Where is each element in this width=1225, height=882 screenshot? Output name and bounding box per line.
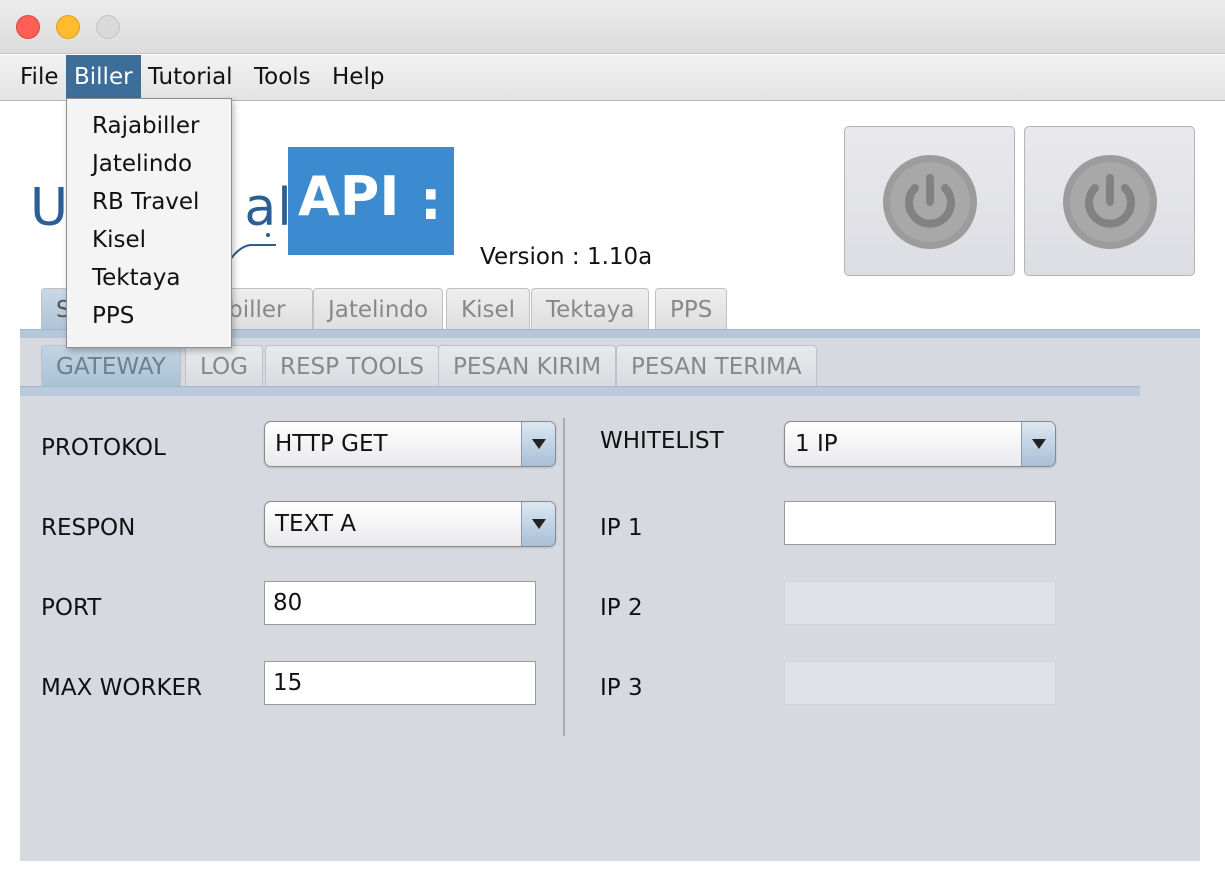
power-icon — [883, 155, 977, 249]
tab-main-jatelindo[interactable]: Jatelindo — [313, 288, 444, 330]
logo-cable-icon — [228, 233, 276, 264]
chevron-down-icon[interactable] — [1021, 422, 1055, 466]
chevron-down-icon[interactable] — [521, 502, 555, 546]
logo-api-text: API — [298, 165, 400, 228]
ip2-label: IP 2 — [600, 595, 643, 621]
ip3-label: IP 3 — [600, 675, 643, 701]
menu-item-rb-travel[interactable]: RB Travel — [92, 189, 199, 215]
tab-main-pps[interactable]: PPS — [655, 288, 728, 330]
protokol-label: PROTOKOL — [41, 435, 166, 461]
ip1-label: IP 1 — [600, 515, 643, 541]
whitelist-label: WHITELIST — [600, 428, 724, 454]
power-icon — [1063, 155, 1157, 249]
ip1-input[interactable] — [784, 501, 1056, 545]
window-zoom-button[interactable] — [96, 15, 120, 39]
window-bottom-edge — [0, 861, 1225, 882]
tab-gateway[interactable]: GATEWAY — [41, 345, 181, 387]
chevron-down-icon[interactable] — [521, 422, 555, 466]
menu-item-rajabiller[interactable]: Rajabiller — [92, 113, 199, 139]
biller-dropdown-menu: Rajabiller Jatelindo RB Travel Kisel Tek… — [66, 98, 232, 348]
menu-file[interactable]: File — [12, 55, 67, 99]
menu-item-pps[interactable]: PPS — [92, 303, 134, 329]
tab-main-tektaya[interactable]: Tektaya — [531, 288, 650, 330]
menu-item-kisel[interactable]: Kisel — [92, 227, 146, 253]
tab-pesan-terima[interactable]: PESAN TERIMA — [616, 345, 817, 387]
menu-biller[interactable]: Biller — [66, 55, 141, 99]
ip2-input — [784, 581, 1056, 625]
tab-resp-tools[interactable]: RESP TOOLS — [265, 345, 439, 387]
max-worker-label: MAX WORKER — [41, 675, 203, 701]
power-button-2[interactable] — [1024, 126, 1195, 276]
max-worker-input[interactable]: 15 — [264, 661, 536, 705]
menu-help[interactable]: Help — [324, 55, 392, 99]
window-close-button[interactable] — [16, 15, 40, 39]
respon-select[interactable]: TEXT A — [264, 501, 556, 547]
whitelist-select-value: 1 IP — [795, 431, 838, 457]
menu-item-tektaya[interactable]: Tektaya — [92, 265, 180, 291]
respon-select-value: TEXT A — [275, 511, 357, 537]
tab-main-kisel[interactable]: Kisel — [446, 288, 530, 330]
logo-dots: : — [420, 169, 442, 232]
protokol-select-value: HTTP GET — [275, 431, 388, 457]
window-minimize-button[interactable] — [56, 15, 80, 39]
power-button-1[interactable] — [844, 126, 1015, 276]
menu-tools[interactable]: Tools — [246, 55, 319, 99]
ip3-input — [784, 661, 1056, 705]
protokol-select[interactable]: HTTP GET — [264, 421, 556, 467]
menu-item-jatelindo[interactable]: Jatelindo — [92, 151, 192, 177]
window-titlebar — [0, 0, 1225, 54]
menu-tutorial[interactable]: Tutorial — [140, 55, 241, 99]
version-label: Version : 1.10a — [480, 244, 653, 270]
respon-label: RESPON — [41, 515, 136, 541]
menu-bar: File Biller Tutorial Tools Help — [0, 55, 1225, 101]
sub-tab-strip — [20, 386, 1140, 396]
tab-log[interactable]: LOG — [185, 345, 263, 387]
port-input[interactable]: 80 — [264, 581, 536, 625]
column-divider — [563, 418, 565, 736]
tab-pesan-kirim[interactable]: PESAN KIRIM — [438, 345, 617, 387]
whitelist-select[interactable]: 1 IP — [784, 421, 1056, 467]
logo-api-badge: API : — [288, 147, 454, 255]
port-label: PORT — [41, 595, 102, 621]
